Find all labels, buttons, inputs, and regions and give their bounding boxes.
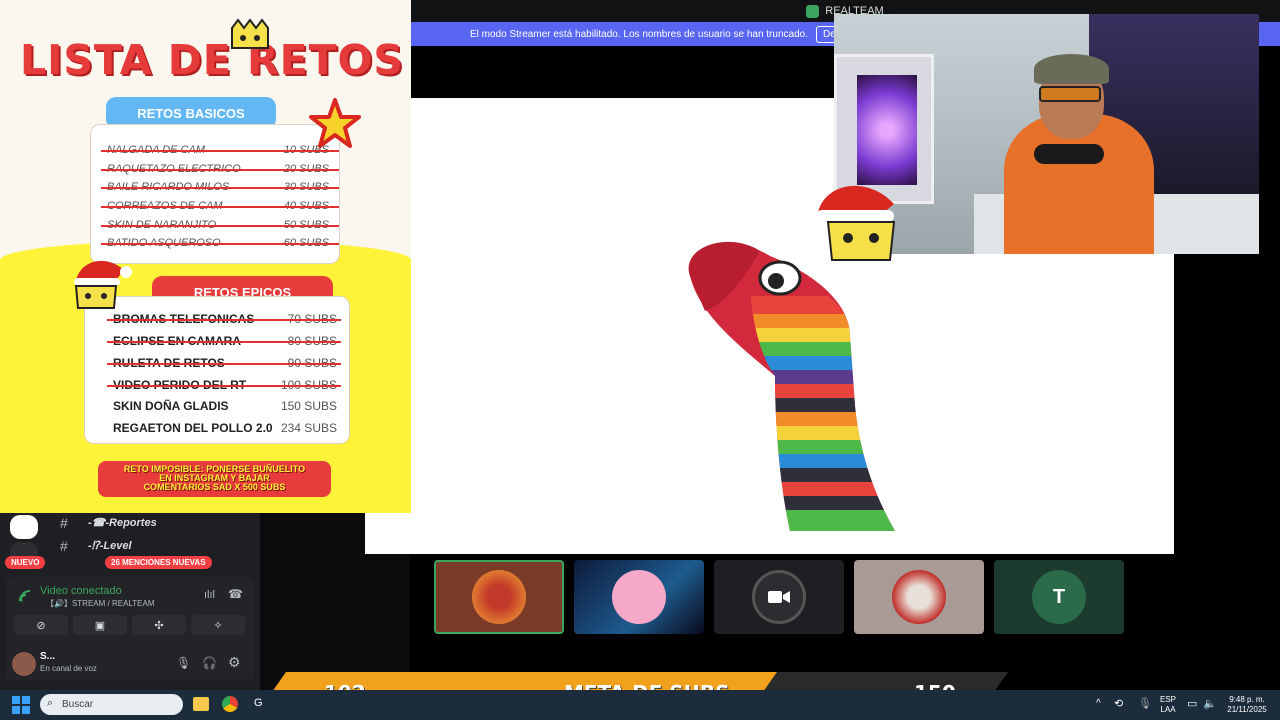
hashtag-icon: # (60, 515, 68, 531)
streamer-banner-text: El modo Streamer está habilitado. Los no… (470, 28, 808, 40)
app-icon[interactable]: G (254, 697, 263, 709)
taskbar-search[interactable]: Buscar (40, 694, 183, 715)
server-icon[interactable] (10, 515, 38, 539)
chevron-up-icon[interactable]: ^ (1096, 698, 1101, 709)
connection-icon (19, 590, 31, 602)
disconnect-icon[interactable]: ☎ (228, 587, 243, 601)
new-badge[interactable]: NUEVO (5, 556, 46, 569)
windows-start-icon[interactable] (12, 696, 30, 714)
santa-mascot-icon (74, 260, 132, 309)
soundboard-button[interactable]: ✧ (191, 615, 245, 635)
epic-item: SKIN DOÑA GLADIS 150 SUBS (113, 399, 337, 413)
challenges-overlay: LISTA DE RETOS RETOS BASICOS NALGADA DE … (0, 0, 411, 513)
screen-share-button[interactable]: ▣ (73, 615, 127, 635)
channel-reportes[interactable]: -☎-Reportes (88, 516, 157, 529)
basic-item: BATIDO ASQUEROSO 60 SUBS (101, 237, 339, 249)
participant-thumb-3[interactable] (714, 560, 844, 634)
noise-suppression-icon[interactable]: ılıl (204, 589, 215, 601)
hashtag-icon: # (60, 538, 68, 554)
epic-item: REGAETON DEL POLLO 2.0 234 SUBS (113, 421, 337, 435)
participant-thumb-4[interactable] (854, 560, 984, 634)
chrome-icon[interactable] (222, 696, 238, 712)
microphone-icon[interactable]: 🎙 (176, 656, 191, 670)
glasses (1039, 86, 1101, 102)
epic-item: VIDEO PERIDO DEL RT 100 SUBS (107, 378, 341, 392)
network-icon[interactable]: ▭ (1187, 697, 1197, 710)
avatar (472, 570, 526, 624)
santa-mascot-icon (800, 185, 896, 261)
avatar: T (1032, 570, 1086, 624)
basic-item: NALGADA DE CAM 10 SUBS (101, 144, 339, 156)
screen: REALTEAM El modo Streamer está habilitad… (0, 0, 1280, 720)
file-explorer-icon[interactable] (193, 697, 209, 711)
sock-puppet-image (688, 241, 895, 531)
basic-item: RAQUETAZO ELECTRICO 20 SUBS (101, 163, 339, 175)
overlay-title: LISTA DE RETOS (20, 36, 404, 84)
mic-tray-icon[interactable]: 🎙 (1138, 697, 1152, 710)
user-status: En canal de voz (40, 664, 97, 673)
windows-taskbar (0, 690, 1280, 720)
basic-challenges-card: NALGADA DE CAM 10 SUBS RAQUETAZO ELECTRIC… (90, 124, 340, 264)
participant-thumb-2[interactable] (574, 560, 704, 634)
camera-icon (752, 570, 806, 624)
epic-item: BROMAS TELEFONICAS 70 SUBS (107, 312, 341, 326)
participant-thumb-5[interactable]: T (994, 560, 1124, 634)
channel-level[interactable]: -⁉-Level (88, 539, 132, 552)
headphones-icon[interactable]: 🎧 (202, 656, 217, 670)
epic-challenges-card: BROMAS TELEFONICAS 70 SUBS ECLIPSE EN CAM… (84, 296, 350, 444)
person-hat (1034, 54, 1109, 84)
avatar (612, 570, 666, 624)
basic-item: SKIN DE NARANJITO 50 SUBS (101, 219, 339, 231)
basic-item: CORREAZOS DE CAM 40 SUBS (101, 200, 339, 212)
star-icon (309, 98, 361, 148)
avatar[interactable] (12, 652, 36, 676)
user-name: S... (40, 651, 56, 662)
search-placeholder: Buscar (62, 699, 94, 710)
microphone (1034, 144, 1104, 164)
camera-toggle-button[interactable]: ⊘ (14, 615, 68, 635)
epic-item: ECLIPSE EN CAMARA 80 SUBS (107, 334, 341, 348)
activities-button[interactable]: ✣ (132, 615, 186, 635)
participant-thumbnails: T (434, 560, 1124, 634)
voice-channel-name[interactable]: 【🔊】STREAM / REALTEAM (46, 598, 155, 609)
sync-icon[interactable]: ⟲ (1114, 697, 1123, 710)
mascot-icon (231, 18, 269, 49)
mentions-badge[interactable]: 26 MENCIONES NUEVAS (105, 556, 212, 569)
app-logo-icon (806, 4, 820, 18)
basic-item: BAILE RICARDO MILOS 30 SUBS (101, 181, 339, 193)
volume-icon[interactable]: 🔈 (1203, 697, 1217, 710)
clock[interactable]: 9:48 p. m. 21/11/2025 (1222, 695, 1272, 715)
gear-icon[interactable]: ⚙ (228, 654, 241, 671)
impossible-challenge-banner: RETO IMPOSIBLE: PONERSE BUÑUELITO EN INS… (98, 461, 331, 497)
language-indicator[interactable]: ESP LAA (1160, 695, 1176, 715)
search-icon: ⌕ (47, 697, 54, 709)
voice-status: Video conectado (40, 585, 122, 597)
participant-thumb-1[interactable] (434, 560, 564, 634)
avatar (892, 570, 946, 624)
epic-item: RULETA DE RETOS 90 SUBS (107, 356, 341, 370)
